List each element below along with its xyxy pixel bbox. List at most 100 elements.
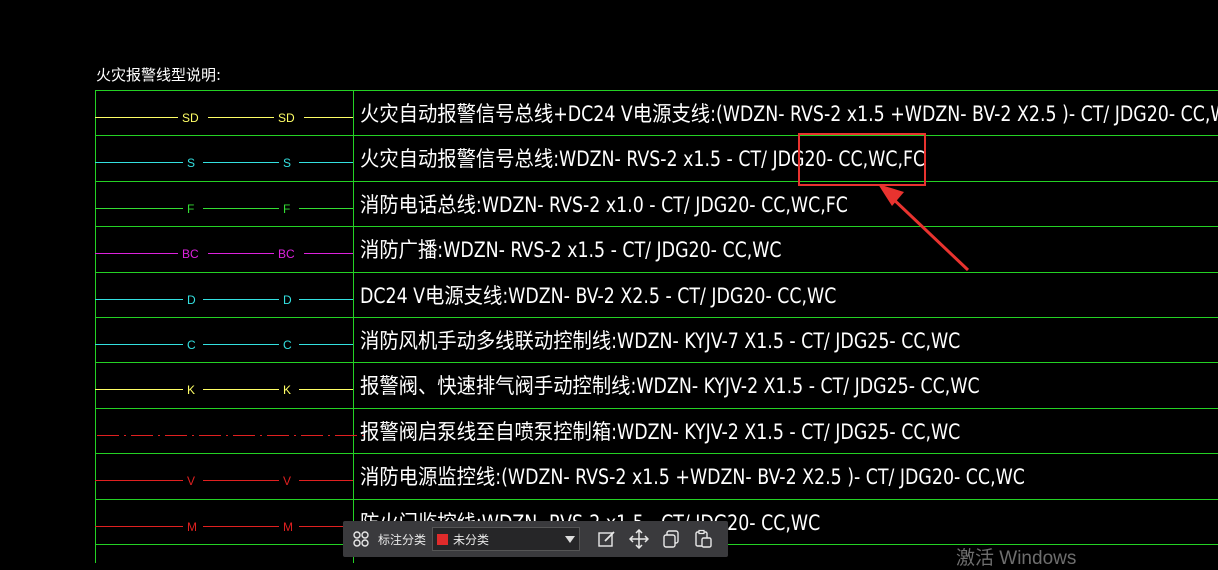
line-segment (208, 253, 274, 254)
move-icon[interactable] (626, 526, 652, 552)
line-code-label: S (283, 156, 292, 170)
line-segment (203, 389, 279, 390)
line-segment (208, 117, 274, 118)
legend-row: SD SD 火灾自动报警信号总线+DC24 V电源支线:(WDZN- RVS-2 x… (95, 90, 1218, 135)
line-segment (95, 162, 183, 163)
line-code-label: V (283, 474, 292, 488)
line-sample: SS (95, 135, 353, 180)
line-code-label: M (187, 520, 197, 534)
line-segment (203, 344, 279, 345)
line-segment (299, 208, 353, 209)
drawing-title: 火灾报警线型说明: (96, 66, 222, 84)
dot-segment (226, 435, 228, 436)
line-segment (203, 480, 279, 481)
dot-segment (158, 435, 160, 436)
dash-segment (165, 435, 187, 436)
line-code-label: F (283, 202, 291, 216)
legend-row: F F 消防电话总线:WDZN- RVS-2 x1.0 - CT/ JDG20- C… (95, 181, 1218, 226)
grid-icon[interactable] (348, 526, 374, 552)
line-code-label: D (187, 293, 196, 307)
legend-row: S S 火灾自动报警信号总线:WDZN- RVS-2 x1.5 - CT/ JDG2… (95, 135, 1218, 180)
line-segment (299, 162, 353, 163)
category-select[interactable]: 未分类 (432, 527, 581, 551)
line-code-label: K (283, 383, 292, 397)
category-select-value: 未分类 (453, 532, 490, 547)
line-code-label: D (283, 293, 292, 307)
line-sample (95, 408, 364, 453)
line-code-label: V (187, 474, 196, 488)
line-segment (203, 526, 279, 527)
line-sample: CC (95, 317, 353, 362)
dot-segment (260, 435, 262, 436)
category-label: 标注分类 (378, 532, 427, 547)
line-segment (299, 389, 353, 390)
line-code-label: BC (278, 247, 295, 261)
line-segment (203, 299, 279, 300)
dot-segment (294, 435, 296, 436)
annotation-toolbar: 标注分类 未分类 (343, 521, 728, 557)
line-description: 消防电源监控线:(WDZN- RVS-2 x1.5 +WDZN- BV-2 X2… (360, 465, 1025, 489)
line-sample: FF (95, 181, 353, 226)
line-code-label: S (187, 156, 196, 170)
dot-segment (192, 435, 194, 436)
legend-row: V V 消防电源监控线:(WDZN- RVS-2 x1.5 +WDZN- BV-2 … (95, 453, 1218, 498)
line-code-label: C (187, 338, 196, 352)
line-description: 消防广播:WDZN- RVS-2 x1.5 - CT/ JDG20- CC,WC (360, 238, 782, 262)
legend-row: K K 报警阀、快速排气阀手动控制线:WDZN- KYJV-2 X1.5 - CT/… (95, 362, 1218, 407)
line-sample: MM (95, 499, 353, 544)
dash-segment (301, 435, 323, 436)
highlight-box (798, 133, 926, 186)
line-segment (95, 344, 183, 345)
line-description: DC24 V电源支线:WDZN- BV-2 X2.5 - CT/ JDG20- … (360, 284, 837, 308)
line-code-label: SD (278, 111, 295, 125)
line-code-label: BC (182, 247, 199, 261)
dash-segment (233, 435, 255, 436)
line-sample: SD SD (95, 90, 353, 135)
line-code-label: F (187, 202, 195, 216)
dash-segment (335, 435, 357, 436)
line-code-label: C (283, 338, 292, 352)
dash-segment (267, 435, 289, 436)
line-segment (95, 480, 183, 481)
line-segment (95, 208, 183, 209)
line-segment (304, 117, 353, 118)
line-segment (299, 299, 353, 300)
line-segment (95, 117, 178, 118)
line-code-label: M (283, 520, 293, 534)
dash-segment (199, 435, 221, 436)
line-sample: DD (95, 272, 353, 317)
line-segment (95, 299, 183, 300)
line-segment (95, 253, 178, 254)
dot-segment (328, 435, 330, 436)
line-segment (299, 344, 353, 345)
drawing-canvas[interactable]: 火灾报警线型说明: SD SD 火灾自动报警信号总线+DC24 V电源支线:(WDZ… (0, 0, 1218, 569)
line-code-label: K (187, 383, 196, 397)
legend-row: BC BC 消防广播:WDZN- RVS-2 x1.5 - CT/ JDG20- C… (95, 226, 1218, 271)
dash-segment (131, 435, 153, 436)
line-segment (203, 208, 279, 209)
legend-row: 报警阀启泵线至自喷泵控制箱:WDZN- KYJV-2 X1.5 - CT/ JD… (95, 408, 1218, 453)
line-code-label: SD (182, 111, 199, 125)
line-description: 火灾自动报警信号总线+DC24 V电源支线:(WDZN- RVS-2 x1.5 … (360, 102, 1218, 126)
line-description: 报警阀启泵线至自喷泵控制箱:WDZN- KYJV-2 X1.5 - CT/ JD… (360, 420, 961, 444)
legend-row: D D DC24 V电源支线:WDZN- BV-2 X2.5 - CT/ JDG20… (95, 272, 1218, 317)
paste-icon[interactable] (690, 526, 716, 552)
legend-row: C C 消防风机手动多线联动控制线:WDZN- KYJV-7 X1.5 - CT/ … (95, 317, 1218, 362)
copy-icon[interactable] (658, 526, 684, 552)
line-segment (95, 389, 183, 390)
line-segment (299, 480, 353, 481)
chevron-down-icon (565, 536, 576, 543)
windows-activation-watermark: 激活 Windows (956, 548, 1077, 569)
line-segment (95, 526, 183, 527)
line-description: 消防电话总线:WDZN- RVS-2 x1.0 - CT/ JDG20- CC,… (360, 193, 848, 217)
dot-segment (124, 435, 126, 436)
line-sample: BC BC (95, 226, 353, 271)
line-sample: KK (95, 362, 353, 407)
line-description: 消防风机手动多线联动控制线:WDZN- KYJV-7 X1.5 - CT/ JD… (360, 329, 961, 353)
category-swatch (437, 533, 449, 545)
line-sample: VV (95, 453, 353, 498)
dash-segment (97, 435, 119, 436)
line-segment (304, 253, 353, 254)
edit-icon[interactable] (594, 526, 620, 552)
line-description: 报警阀、快速排气阀手动控制线:WDZN- KYJV-2 X1.5 - CT/ J… (360, 374, 980, 398)
